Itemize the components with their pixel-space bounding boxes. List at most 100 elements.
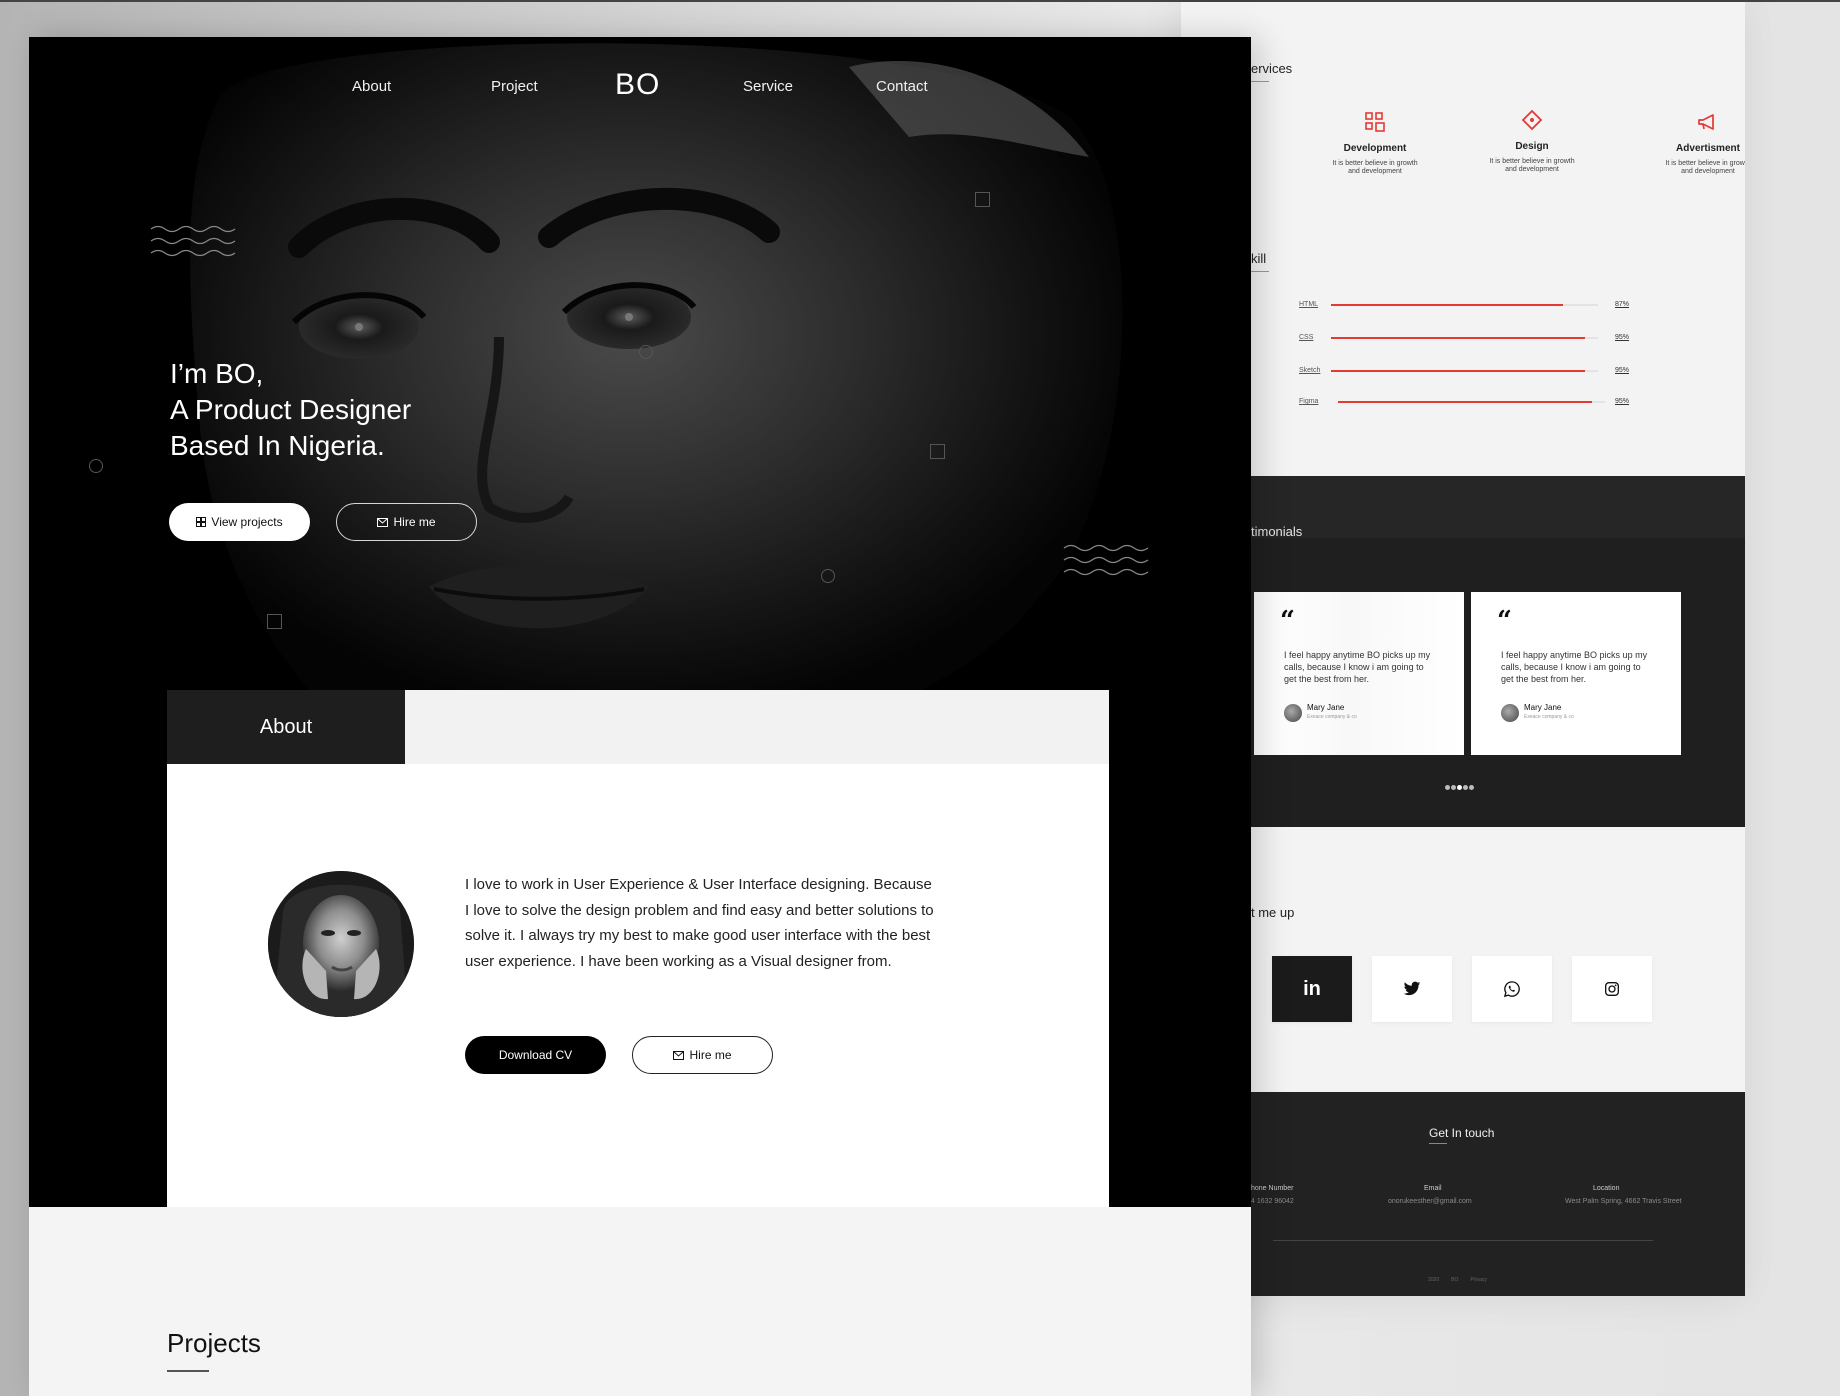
skill-bar-figma xyxy=(1338,401,1592,403)
footer-divider xyxy=(1273,1240,1653,1241)
nav-project[interactable]: Project xyxy=(491,78,538,95)
service-desc: It is better believe in growth and devel… xyxy=(1489,158,1575,173)
linkedin-icon: in xyxy=(1303,977,1321,1000)
nav-about[interactable]: About xyxy=(352,78,391,95)
location-label: Location xyxy=(1593,1185,1620,1192)
quote-icon: “ xyxy=(1280,606,1295,636)
hero-heading-line: Based In Nigeria. xyxy=(170,430,385,461)
megaphone-icon xyxy=(1698,114,1714,130)
skill-percent: 95% xyxy=(1615,334,1630,341)
hire-me-label: Hire me xyxy=(689,1048,732,1062)
hire-me-button[interactable]: Hire me xyxy=(336,503,477,541)
brand-logo[interactable]: BO xyxy=(615,68,660,102)
service-name: Development xyxy=(1343,143,1407,154)
skill-percent: 95% xyxy=(1615,398,1630,405)
copyright-text: 2020 xyxy=(1428,1277,1440,1283)
grid-icon xyxy=(1365,112,1385,132)
testimonial-role: Exeace company & co xyxy=(1307,714,1357,720)
whatsapp-icon xyxy=(1503,981,1520,998)
mail-icon xyxy=(673,1050,685,1060)
email-value[interactable]: onorukeesther@gmail.com xyxy=(1388,1198,1472,1205)
testimonial-card[interactable]: “ I feel happy anytime BO picks up my ca… xyxy=(1254,592,1464,755)
skill-percent: 87% xyxy=(1615,301,1630,308)
instagram-button[interactable] xyxy=(1572,956,1652,1022)
circle-decoration xyxy=(821,569,835,583)
testimonials-section-title: timonials xyxy=(1251,524,1303,539)
diamond-icon xyxy=(1521,109,1543,131)
linkedin-button[interactable]: in xyxy=(1272,956,1352,1022)
title-underline xyxy=(167,1370,209,1372)
service-card-advertisment[interactable]: Advertisment It is better believe in gro… xyxy=(1623,110,1745,176)
square-decoration xyxy=(267,614,282,629)
download-cv-button[interactable]: Download CV xyxy=(465,1036,606,1074)
service-desc: It is better believe in growth and devel… xyxy=(1332,160,1418,175)
quote-icon: “ xyxy=(1497,606,1512,636)
projects-title: Projects xyxy=(167,1328,261,1358)
carousel-dot[interactable] xyxy=(1445,785,1450,790)
download-cv-label: Download CV xyxy=(498,1048,573,1062)
avatar xyxy=(1284,704,1302,722)
twitter-icon xyxy=(1403,981,1421,996)
carousel-dot[interactable] xyxy=(1463,785,1468,790)
skill-percent: 95% xyxy=(1615,367,1630,374)
service-desc: It is better believe in growth and devel… xyxy=(1665,160,1745,175)
phone-value[interactable]: 4 1632 96042 xyxy=(1251,1198,1294,1205)
about-hire-me-button[interactable]: Hire me xyxy=(632,1036,773,1074)
skill-section-title: kill xyxy=(1251,251,1270,272)
whatsapp-button[interactable] xyxy=(1472,956,1552,1022)
hero-heading-line: A Product Designer xyxy=(170,394,412,425)
skill-label-figma: Figma xyxy=(1299,398,1319,405)
carousel-dot-active[interactable] xyxy=(1457,785,1462,790)
service-name: Advertisment xyxy=(1676,143,1740,154)
nav-service[interactable]: Service xyxy=(743,78,793,95)
main-page: About Project BO Service Contact I’m BO,… xyxy=(29,37,1251,1396)
testimonial-text: I feel happy anytime BO picks up my call… xyxy=(1284,650,1431,684)
square-decoration xyxy=(930,444,945,459)
services-section-title: ervices xyxy=(1251,61,1293,82)
skill-label-css: CSS xyxy=(1299,334,1314,341)
privacy-link[interactable]: Privacy xyxy=(1470,1277,1486,1283)
carousel-dot[interactable] xyxy=(1469,785,1474,790)
skill-bar-css xyxy=(1331,337,1585,339)
grid-icon xyxy=(196,517,207,527)
testimonial-role: Exeace company & co xyxy=(1524,714,1574,720)
testimonial-card[interactable]: “ I feel happy anytime BO picks up my ca… xyxy=(1471,592,1681,755)
view-projects-label: View projects xyxy=(211,515,283,529)
phone-label: hone Number xyxy=(1251,1185,1294,1192)
twitter-button[interactable] xyxy=(1372,956,1452,1022)
skill-label-sketch: Sketch xyxy=(1299,367,1321,374)
title-underline xyxy=(1429,1143,1447,1144)
about-avatar xyxy=(268,871,414,1017)
skill-bar-sketch xyxy=(1331,370,1585,372)
about-tab-bar xyxy=(405,690,1109,764)
service-name: Design xyxy=(1515,141,1549,152)
brand-mini: BO xyxy=(1451,1277,1459,1283)
footer-mini-links: 2020 BO Privacy xyxy=(1428,1277,1487,1283)
circle-decoration xyxy=(89,459,103,473)
mail-icon xyxy=(377,517,389,527)
about-tab[interactable]: About xyxy=(167,690,405,764)
get-in-touch-title: Get In touch xyxy=(1429,1126,1495,1140)
service-card-development[interactable]: Development It is better believe in grow… xyxy=(1290,110,1460,176)
carousel-dot[interactable] xyxy=(1451,785,1456,790)
avatar xyxy=(1501,704,1519,722)
carousel-dots[interactable] xyxy=(1445,785,1474,790)
location-value: West Palm Spring, 4662 Travis Street xyxy=(1565,1198,1682,1205)
hero-heading: I’m BO, A Product Designer Based In Nige… xyxy=(170,356,550,464)
footer-band xyxy=(1181,1092,1745,1296)
hero-heading-line: I’m BO, xyxy=(170,358,264,389)
circle-decoration xyxy=(639,345,653,359)
hit-me-up-title: t me up xyxy=(1251,905,1295,920)
about-text: I love to work in User Experience & User… xyxy=(465,876,934,970)
square-decoration xyxy=(975,192,990,207)
hire-me-label: Hire me xyxy=(393,515,436,529)
service-card-design[interactable]: Design It is better believe in growth an… xyxy=(1447,108,1617,174)
nav-contact[interactable]: Contact xyxy=(876,78,928,95)
instagram-icon xyxy=(1605,982,1619,996)
wave-decoration xyxy=(1063,544,1149,576)
skill-bar-html xyxy=(1331,304,1563,306)
secondary-page-preview: ervices Development It is better believe… xyxy=(1181,2,1745,1296)
view-projects-button[interactable]: View projects xyxy=(169,503,310,541)
testimonial-text: I feel happy anytime BO picks up my call… xyxy=(1501,650,1648,684)
testimonial-name: Mary Jane xyxy=(1524,703,1562,712)
